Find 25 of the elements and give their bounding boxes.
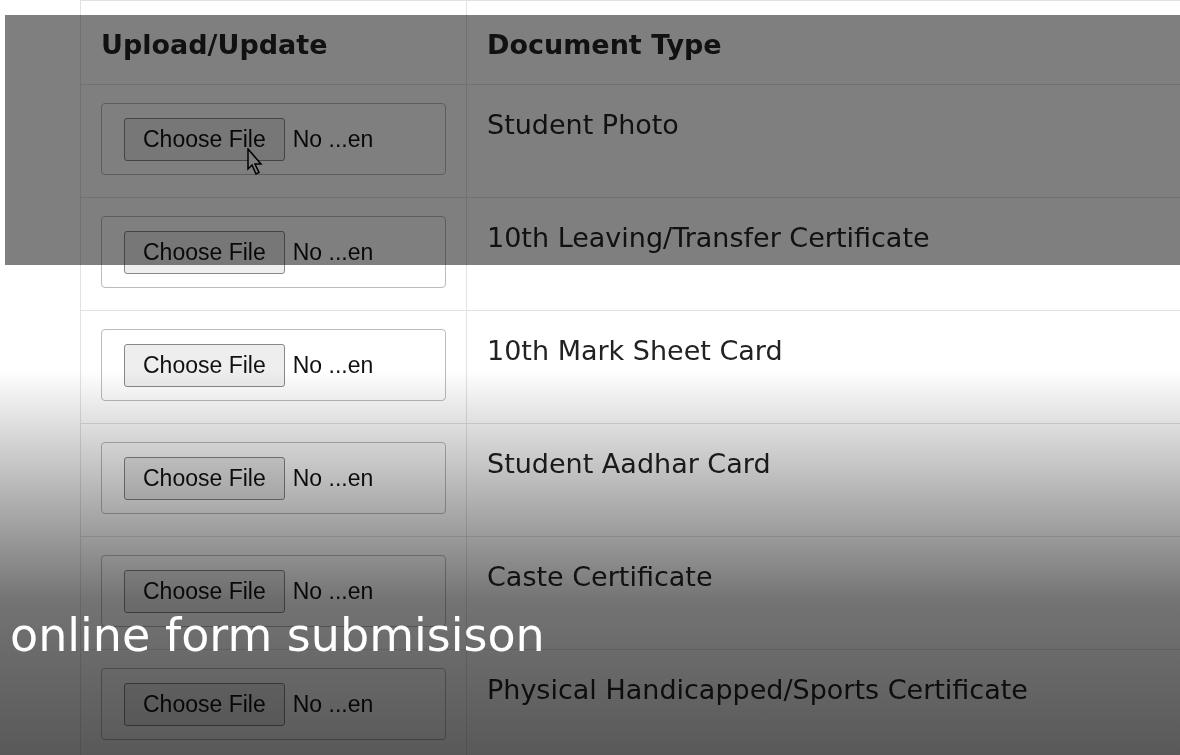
document-type: 10th Mark Sheet Card: [487, 334, 783, 366]
choose-file-button[interactable]: Choose File: [124, 456, 285, 500]
file-status-text: No ...en: [292, 351, 374, 379]
document-type: Physical Handicapped/Sports Certificate: [487, 673, 1028, 705]
document-type: 10th Leaving/Transfer Certificate: [487, 221, 930, 253]
choose-file-button[interactable]: Choose File: [124, 343, 285, 387]
column-header: Document Type: [466, 0, 1180, 85]
file-status-text: No ...en: [292, 464, 374, 492]
file-status-text: No ...en: [292, 125, 374, 153]
choose-file-button[interactable]: Choose File: [124, 117, 285, 161]
file-status-text: No ...en: [292, 238, 374, 266]
file-input[interactable]: Choose File No ...en: [101, 216, 446, 288]
document-type: Student Photo: [487, 108, 679, 140]
column-header: Upload/Update: [80, 0, 467, 85]
file-status-text: No ...en: [292, 690, 374, 718]
file-input[interactable]: Choose File No ...en: [101, 668, 446, 740]
choose-file-button[interactable]: Choose File: [124, 230, 285, 274]
file-input[interactable]: Choose File No ...en: [101, 103, 446, 175]
choose-file-button[interactable]: Choose File: [124, 682, 285, 726]
file-input[interactable]: Choose File No ...en: [101, 442, 446, 514]
choose-file-button[interactable]: Choose File: [124, 569, 285, 613]
file-input[interactable]: Choose File No ...en: [101, 329, 446, 401]
file-status-text: No ...en: [292, 577, 374, 605]
document-type: Caste Certificate: [487, 560, 713, 592]
document-type: Student Aadhar Card: [487, 447, 771, 479]
